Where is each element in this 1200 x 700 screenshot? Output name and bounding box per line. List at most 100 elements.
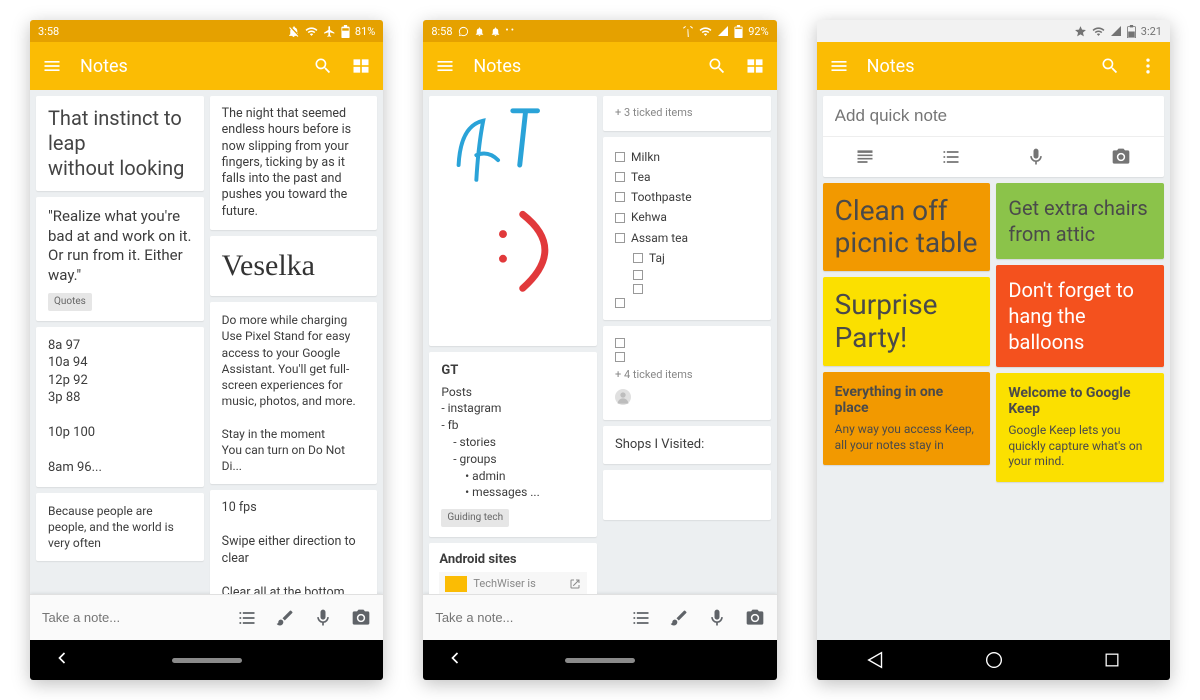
quick-note-input[interactable]	[823, 96, 1164, 136]
battery-icon	[734, 25, 743, 38]
new-list-button[interactable]	[237, 608, 257, 628]
airplane-icon	[323, 25, 336, 38]
system-nav-bar[interactable]	[817, 640, 1170, 680]
menu-button[interactable]	[435, 56, 455, 76]
overflow-button[interactable]	[1138, 56, 1158, 76]
hamburger-icon	[435, 56, 455, 76]
note-card[interactable]: 10 fps Swipe either direction to clear C…	[210, 490, 378, 594]
bell-icon	[490, 26, 501, 37]
checklist-item[interactable]	[615, 350, 759, 364]
new-audio-button[interactable]	[313, 608, 333, 628]
view-toggle-button[interactable]	[351, 56, 371, 76]
text-note-icon	[855, 147, 875, 167]
home-icon[interactable]	[983, 649, 1005, 671]
back-icon[interactable]	[445, 648, 465, 668]
drawing-content	[429, 96, 597, 343]
note-title: Welcome to Google Keep	[1008, 385, 1152, 417]
note-card[interactable]: Don't forget to hang the balloons	[996, 265, 1164, 367]
note-card-checklist[interactable]: Milkn Tea Toothpaste Kehwa Assam tea Taj	[603, 137, 771, 320]
battery-icon	[341, 25, 350, 38]
note-card-checklist[interactable]: + 4 ticked items	[603, 326, 771, 420]
note-card[interactable]: Do more while charging Use Pixel Stand f…	[210, 302, 378, 484]
search-button[interactable]	[1100, 56, 1120, 76]
note-card[interactable]: Clean off picnic table	[823, 183, 991, 271]
notes-grid[interactable]: That instinct to leap without looking "R…	[30, 90, 383, 594]
new-audio-button[interactable]	[707, 608, 727, 628]
take-note-input[interactable]	[435, 610, 612, 625]
mic-icon	[1026, 147, 1046, 167]
notes-grid[interactable]: GT Posts - instagram - fb - stories - gr…	[423, 90, 776, 594]
search-icon	[313, 56, 333, 76]
checklist-item[interactable]: Taj	[615, 248, 759, 268]
new-text-button[interactable]	[823, 137, 908, 177]
note-title: Everything in one place	[835, 384, 979, 416]
app-bar: Notes	[423, 42, 776, 90]
home-pill[interactable]	[172, 658, 242, 663]
new-list-button[interactable]	[631, 608, 651, 628]
note-card[interactable]: Veselka	[210, 236, 378, 297]
appbar-title: Notes	[80, 56, 295, 77]
note-card[interactable]: Because people are people, and the world…	[36, 493, 204, 562]
alarm-icon	[682, 25, 694, 37]
checklist-item[interactable]: Kehwa	[615, 207, 759, 227]
note-card[interactable]: Everything in one place Any way you acce…	[823, 372, 991, 465]
notes-grid[interactable]: Clean off picnic table Surprise Party! E…	[817, 183, 1170, 640]
status-battery: 81%	[355, 25, 375, 38]
checklist-item[interactable]	[615, 282, 759, 296]
note-card[interactable]: Get extra chairs from attic	[996, 183, 1164, 259]
checklist-item[interactable]	[615, 336, 759, 350]
note-card[interactable]: Shops I Visited:	[603, 426, 771, 464]
back-icon[interactable]	[865, 649, 887, 671]
checklist-item[interactable]: Milkn	[615, 147, 759, 167]
new-drawing-button[interactable]	[669, 608, 689, 628]
note-tag: Guiding tech	[441, 509, 509, 527]
new-photo-button[interactable]	[745, 608, 765, 628]
note-card-drawing[interactable]	[429, 96, 597, 346]
new-list-button[interactable]	[908, 137, 993, 177]
search-button[interactable]	[707, 56, 727, 76]
view-toggle-button[interactable]	[745, 56, 765, 76]
grid-view-icon	[745, 56, 765, 76]
checklist-item[interactable]: Assam tea	[615, 228, 759, 248]
system-nav-bar[interactable]	[30, 640, 383, 680]
checklist-item[interactable]	[615, 268, 759, 282]
more-notif-icon: • •	[506, 26, 514, 36]
grid-view-icon	[351, 56, 371, 76]
back-icon[interactable]	[52, 648, 72, 668]
hamburger-icon	[829, 56, 849, 76]
note-card[interactable]: That instinct to leap without looking	[36, 96, 204, 191]
status-time: 3:21	[1141, 25, 1162, 38]
new-photo-button[interactable]	[351, 608, 371, 628]
recents-icon[interactable]	[1102, 650, 1122, 670]
note-card[interactable]	[603, 470, 771, 520]
menu-button[interactable]	[42, 56, 62, 76]
system-nav-bar[interactable]	[423, 640, 776, 680]
note-card[interactable]: Welcome to Google Keep Google Keep lets …	[996, 373, 1164, 482]
note-card[interactable]: Surprise Party!	[823, 277, 991, 365]
app-bar: Notes	[817, 42, 1170, 90]
note-card-checklist[interactable]: + 3 ticked items	[603, 96, 771, 131]
note-card[interactable]: The night that seemed endless hours befo…	[210, 96, 378, 230]
open-link-icon[interactable]	[569, 578, 581, 590]
status-bar: 8:58 • • 92%	[423, 20, 776, 42]
take-note-input[interactable]	[42, 610, 219, 625]
status-battery: 92%	[748, 25, 768, 38]
checklist-item[interactable]	[615, 296, 759, 310]
note-body: Posts - instagram - fb - stories - group…	[441, 384, 585, 502]
search-button[interactable]	[313, 56, 333, 76]
note-card[interactable]: 8a 97 10a 94 12p 92 3p 88 10p 100 8am 96…	[36, 327, 204, 487]
checklist-item[interactable]: Tea	[615, 167, 759, 187]
new-audio-button[interactable]	[993, 137, 1078, 177]
note-card[interactable]: Android sites TechWiser is	[429, 543, 597, 594]
signal-icon	[1110, 25, 1122, 37]
new-drawing-button[interactable]	[275, 608, 295, 628]
home-pill[interactable]	[565, 658, 635, 663]
checklist-item[interactable]: Toothpaste	[615, 187, 759, 207]
menu-button[interactable]	[829, 56, 849, 76]
hamburger-icon	[42, 56, 62, 76]
note-card[interactable]: GT Posts - instagram - fb - stories - gr…	[429, 352, 597, 537]
new-photo-button[interactable]	[1079, 137, 1164, 177]
mic-icon	[707, 608, 727, 628]
star-icon	[1074, 25, 1087, 38]
note-card[interactable]: "Realize what you're bad at and work on …	[36, 197, 204, 321]
